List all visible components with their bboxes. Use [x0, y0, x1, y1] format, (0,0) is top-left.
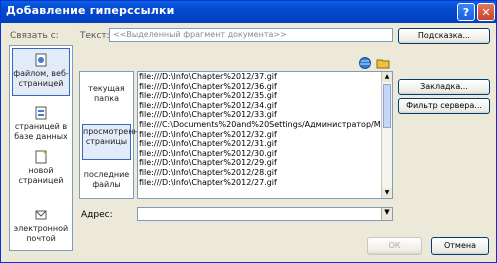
link-item-label: новой страницей	[18, 166, 64, 185]
link-item-new-page[interactable]: новой страницей	[12, 146, 70, 186]
link-to-bar: файлом, веб-страницей страницей в базе д…	[9, 45, 73, 251]
table-row[interactable]: file:///D:\Info\Chapter%2012/29.gif	[138, 158, 392, 168]
table-row[interactable]: file:///D:\Info\Chapter%2012/34.gif	[138, 101, 392, 111]
text-input[interactable]: <<Выделенный фрагмент документа>>	[109, 28, 393, 42]
file-icon	[35, 53, 47, 67]
text-label: Текст:	[80, 31, 110, 41]
table-row[interactable]: file:///D:\Info\Chapter%2012/36.gif	[138, 82, 392, 92]
new-page-icon	[35, 150, 47, 164]
address-label: Адрес:	[81, 210, 113, 220]
table-row[interactable]: file:///D:\Info\Chapter%2012/35.gif	[138, 91, 392, 101]
address-dropdown-icon[interactable]: ▼	[381, 208, 392, 220]
link-item-database-page[interactable]: страницей в базе данных	[12, 102, 70, 142]
text-input-value: <<Выделенный фрагмент документа>>	[113, 30, 287, 39]
link-item-file-webpage[interactable]: файлом, веб-страницей	[12, 48, 70, 96]
look-in-recent-files[interactable]: последние файлы	[82, 170, 131, 196]
table-row[interactable]: file:///D:\Info\Chapter%2012/27.gif	[138, 178, 392, 188]
title-bar: Добавление гиперссылки ? ✕	[1, 1, 496, 23]
browse-web-icon[interactable]	[358, 56, 372, 70]
link-item-label: файлом, веб-страницей	[13, 69, 69, 88]
scroll-thumb[interactable]	[383, 84, 391, 128]
hyperlink-dialog: Добавление гиперссылки ? ✕ Связать с: Те…	[0, 0, 497, 263]
look-in-current-folder[interactable]: текущая папка	[82, 84, 131, 112]
help-button[interactable]: ?	[457, 3, 475, 21]
link-item-label: страницей в базе данных	[14, 122, 68, 141]
look-in-panel: текущая папка просмотренные страницы пос…	[79, 71, 150, 199]
look-in-browsed-pages[interactable]: просмотренные страницы	[82, 124, 150, 160]
link-item-email[interactable]: электронной почтой	[12, 204, 70, 244]
link-item-label: электронной почтой	[13, 224, 69, 243]
link-to-label: Связать с:	[10, 31, 59, 41]
vertical-scrollbar[interactable]: ▲ ▼	[381, 72, 392, 198]
email-icon	[35, 210, 47, 220]
address-input[interactable]: ▼	[137, 207, 393, 221]
browse-file-icon[interactable]	[376, 56, 390, 70]
cancel-button[interactable]: Отмена	[431, 237, 489, 255]
ok-button[interactable]: ОК	[367, 237, 422, 255]
table-row[interactable]: file:///D:\Info\Chapter%2012/28.gif	[138, 168, 392, 178]
scroll-up-arrow-icon[interactable]: ▲	[382, 72, 392, 82]
table-row[interactable]: file:///C:\Documents%20and%20Settings/Ад…	[138, 120, 392, 130]
server-filter-button[interactable]: Фильтр сервера...	[398, 98, 490, 114]
table-row[interactable]: file:///D:\Info\Chapter%2012/33.gif	[138, 110, 392, 120]
scroll-down-arrow-icon[interactable]: ▼	[382, 188, 392, 198]
dialog-title: Добавление гиперссылки	[6, 4, 175, 17]
table-row[interactable]: file:///D:\Info\Chapter%2012/31.gif	[138, 139, 392, 149]
file-list[interactable]: file:///D:\Info\Chapter%2012/37.gif file…	[137, 71, 393, 199]
table-row[interactable]: file:///D:\Info\Chapter%2012/30.gif	[138, 149, 392, 159]
close-button[interactable]: ✕	[477, 3, 495, 21]
bookmark-button[interactable]: Закладка...	[398, 79, 490, 95]
tooltip-button[interactable]: Подсказка...	[398, 28, 490, 44]
table-row[interactable]: file:///D:\Info\Chapter%2012/37.gif	[138, 72, 392, 82]
database-page-icon	[35, 106, 47, 120]
table-row[interactable]: file:///D:\Info\Chapter%2012/32.gif	[138, 130, 392, 140]
